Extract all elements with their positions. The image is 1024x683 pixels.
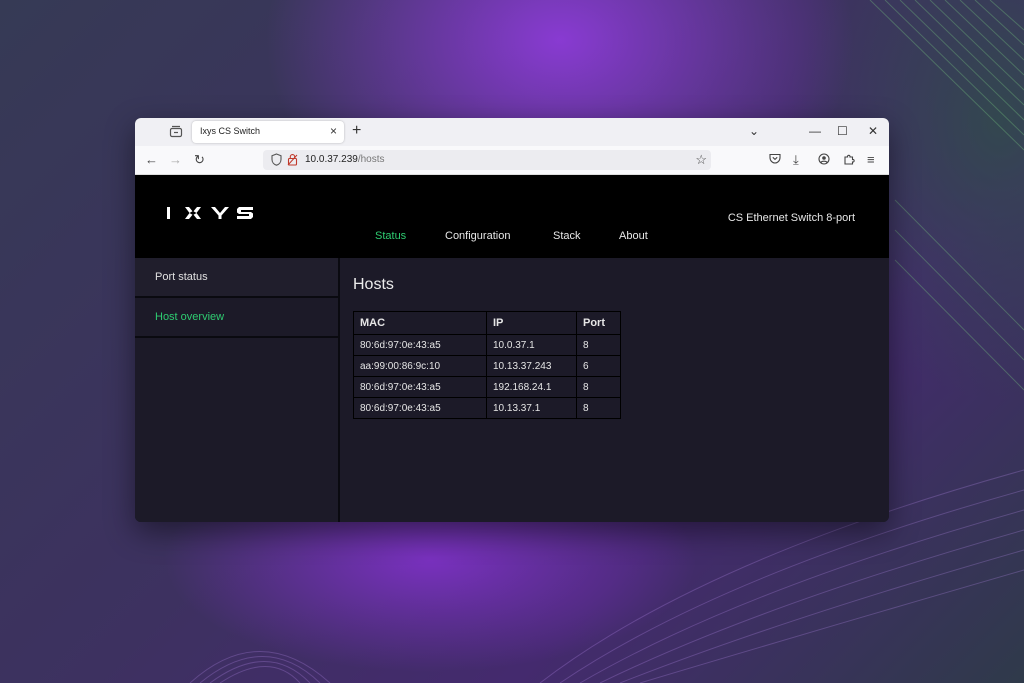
account-icon[interactable] <box>818 153 830 168</box>
cell-port: 8 <box>576 376 621 398</box>
column-header-mac: MAC <box>353 311 487 335</box>
maximize-icon[interactable]: ☐ <box>837 124 848 138</box>
tab-bar: Ixys CS Switch × + ⌄ — ☐ ✕ <box>135 118 889 146</box>
cell-ip: 10.0.37.1 <box>486 334 577 356</box>
nav-status[interactable]: Status <box>375 230 406 242</box>
cell-port: 6 <box>576 355 621 377</box>
tab-close-icon[interactable]: × <box>330 124 337 138</box>
close-window-icon[interactable]: ✕ <box>868 124 878 138</box>
url-path: /hosts <box>357 154 385 165</box>
cell-ip: 10.13.37.1 <box>486 397 577 419</box>
cell-mac: aa:99:00:86:9c:10 <box>353 355 487 377</box>
back-arrow-icon[interactable]: ← <box>145 152 158 167</box>
column-header-ip: IP <box>486 311 577 335</box>
extensions-puzzle-icon[interactable] <box>843 153 855 168</box>
sidebar-item-host-overview[interactable]: Host overview <box>135 298 338 338</box>
cell-mac: 80:6d:97:0e:43:a5 <box>353 397 487 419</box>
table-row: 80:6d:97:0e:43:a5 10.0.37.1 8 <box>353 334 621 356</box>
minimize-icon[interactable]: — <box>809 124 821 138</box>
tab-overview-icon[interactable] <box>169 125 183 138</box>
url-bar[interactable]: 10.0.37.239/hosts ☆ <box>263 150 711 170</box>
download-icon[interactable]: ⤓ <box>793 152 799 168</box>
cell-ip: 10.13.37.243 <box>486 355 577 377</box>
cell-ip: 192.168.24.1 <box>486 376 577 398</box>
nav-about[interactable]: About <box>619 230 648 242</box>
new-tab-icon[interactable]: + <box>352 122 361 140</box>
cell-port: 8 <box>576 334 621 356</box>
menu-hamburger-icon[interactable]: ≡ <box>867 152 875 167</box>
pocket-icon[interactable] <box>769 153 781 167</box>
table-row: aa:99:00:86:9c:10 10.13.37.243 6 <box>353 355 621 377</box>
hosts-table: MAC IP Port 80:6d:97:0e:43:a5 10.0.37.1 … <box>353 311 621 419</box>
sidebar: Port status Host overview <box>135 258 340 522</box>
tab-list-chevron-icon[interactable]: ⌄ <box>749 124 759 138</box>
tab-title: Ixys CS Switch <box>200 126 261 136</box>
shield-icon[interactable] <box>271 153 282 171</box>
url-host: 10.0.37.239 <box>305 154 358 165</box>
navigation-bar: ← → ↻ 10.0.37.239/hosts ☆ ⤓ ≡ <box>135 146 889 175</box>
ixys-logo <box>167 207 253 219</box>
url-text: 10.0.37.239/hosts <box>305 154 385 165</box>
cell-port: 8 <box>576 397 621 419</box>
bookmark-star-icon[interactable]: ☆ <box>695 152 707 168</box>
nav-configuration[interactable]: Configuration <box>445 230 510 242</box>
column-header-port: Port <box>576 311 621 335</box>
table-header-row: MAC IP Port <box>353 311 621 335</box>
web-page: Status Configuration Stack About CS Ethe… <box>135 175 889 522</box>
page-title: Hosts <box>353 276 394 293</box>
device-name: CS Ethernet Switch 8-port <box>727 212 855 224</box>
browser-window: Ixys CS Switch × + ⌄ — ☐ ✕ ← → ↻ 10.0.37… <box>135 118 889 522</box>
cell-mac: 80:6d:97:0e:43:a5 <box>353 334 487 356</box>
table-row: 80:6d:97:0e:43:a5 10.13.37.1 8 <box>353 397 621 419</box>
forward-arrow-icon[interactable]: → <box>169 152 182 167</box>
table-row: 80:6d:97:0e:43:a5 192.168.24.1 8 <box>353 376 621 398</box>
browser-tab[interactable]: Ixys CS Switch × <box>192 121 344 143</box>
nav-stack[interactable]: Stack <box>553 230 581 242</box>
reload-icon[interactable]: ↻ <box>194 152 205 168</box>
insecure-lock-icon[interactable] <box>287 153 298 171</box>
cell-mac: 80:6d:97:0e:43:a5 <box>353 376 487 398</box>
sidebar-item-port-status[interactable]: Port status <box>135 258 338 298</box>
site-header: Status Configuration Stack About CS Ethe… <box>135 175 889 258</box>
